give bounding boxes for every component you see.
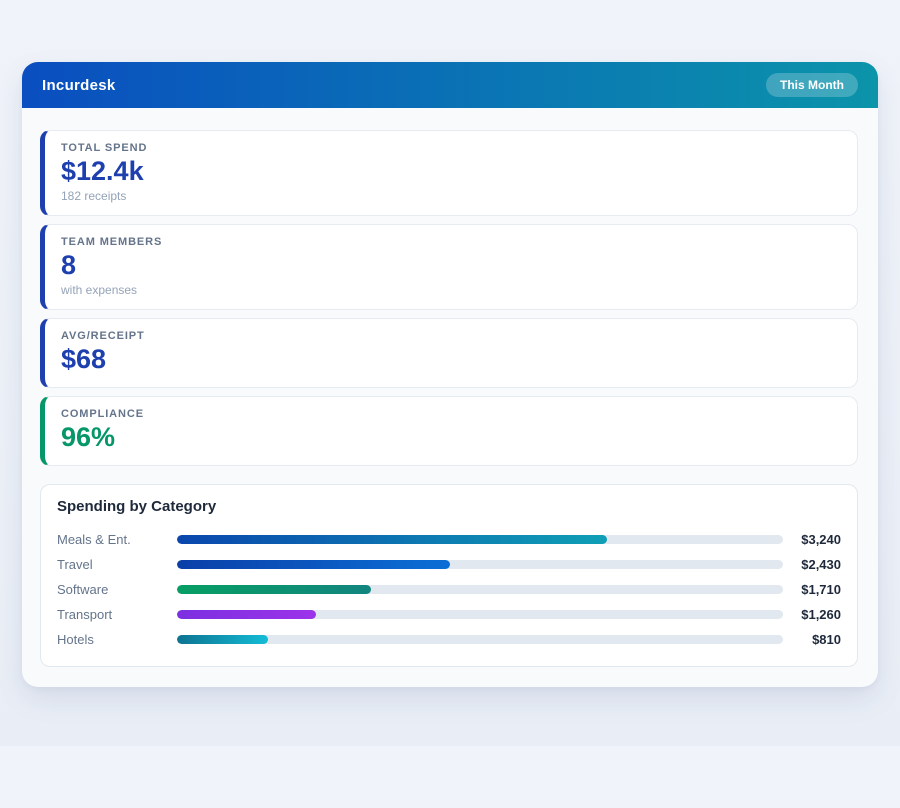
category-label: Travel [57,557,177,572]
stat-value: 96% [61,422,841,453]
stat-card-avg-receipt: AVG/RECEIPT $68 [40,318,858,388]
dashboard-header: Incurdesk This Month [22,62,878,108]
incurdesk-dashboard: Incurdesk This Month TOTAL SPEND $12.4k … [22,62,878,687]
stat-subtext: with expenses [61,283,841,297]
chart-row-transport: Transport $1,260 [57,602,841,627]
category-value: $1,710 [783,582,841,597]
spending-by-category-chart: Spending by Category Meals & Ent. $3,240… [40,484,858,667]
category-label: Meals & Ent. [57,532,177,547]
stat-card-team-members: TEAM MEMBERS 8 with expenses [40,224,858,310]
category-value: $2,430 [783,557,841,572]
stat-label: TOTAL SPEND [61,142,841,154]
bar-track [177,535,783,544]
chart-title: Spending by Category [57,498,841,515]
stat-value: $68 [61,344,841,375]
stat-card-compliance: COMPLIANCE 96% [40,396,858,466]
app-title: Incurdesk [42,77,116,94]
chart-row-software: Software $1,710 [57,577,841,602]
chart-row-meals: Meals & Ent. $3,240 [57,527,841,552]
stat-subtext: 182 receipts [61,189,841,203]
stat-label: TEAM MEMBERS [61,236,841,248]
period-badge[interactable]: This Month [766,73,858,97]
bar-track [177,560,783,569]
stat-card-total-spend: TOTAL SPEND $12.4k 182 receipts [40,130,858,216]
bar-track [177,585,783,594]
bar-fill [177,610,316,619]
stat-label: AVG/RECEIPT [61,330,841,342]
bar-track [177,610,783,619]
chart-row-travel: Travel $2,430 [57,552,841,577]
category-label: Hotels [57,632,177,647]
category-value: $3,240 [783,532,841,547]
stat-value: $12.4k [61,156,841,187]
dashboard-body: TOTAL SPEND $12.4k 182 receipts TEAM MEM… [22,108,878,687]
bar-track [177,635,783,644]
category-label: Transport [57,607,177,622]
stat-value: 8 [61,250,841,281]
bar-fill [177,585,371,594]
bar-fill [177,535,607,544]
category-label: Software [57,582,177,597]
bar-fill [177,560,450,569]
category-value: $1,260 [783,607,841,622]
chart-row-hotels: Hotels $810 [57,627,841,652]
bar-fill [177,635,268,644]
stat-label: COMPLIANCE [61,408,841,420]
category-value: $810 [783,632,841,647]
